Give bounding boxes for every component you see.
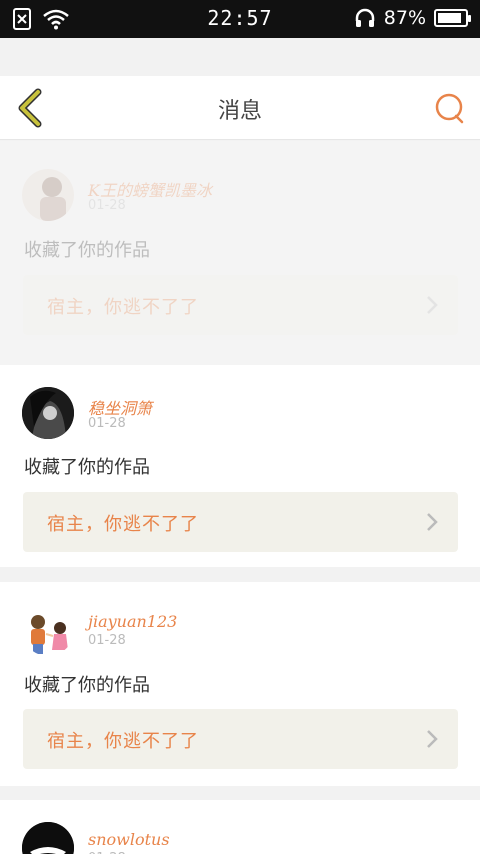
headphones-icon (355, 8, 375, 27)
avatar-image (31, 615, 68, 654)
message-date: 01-28 (88, 633, 126, 648)
work-link[interactable]: 宿主，你逃不了了 (23, 492, 458, 552)
battery-percent: 87% (383, 7, 426, 29)
username[interactable]: jiayuan123 (88, 612, 177, 631)
message-action: 收藏了你的作品 (24, 240, 150, 261)
message-card[interactable]: K王的螃蟹凯墨冰 01-28 收藏了你的作品 宿主，你逃不了了 (0, 141, 480, 365)
nav-bar: 消息 (0, 76, 480, 140)
chevron-right-icon (427, 730, 438, 748)
avatar[interactable] (22, 387, 74, 439)
avatar[interactable] (22, 822, 74, 854)
username[interactable]: snowlotus (88, 830, 170, 849)
work-title: 宿主，你逃不了了 (47, 297, 199, 318)
chevron-right-icon (427, 296, 438, 314)
message-card[interactable]: jiayuan123 01-28 收藏了你的作品 宿主，你逃不了了 (0, 582, 480, 786)
message-card[interactable]: 稳坐洞箫 01-28 收藏了你的作品 宿主，你逃不了了 (0, 365, 480, 567)
battery-fill (438, 13, 461, 23)
work-link[interactable]: 宿主，你逃不了了 (23, 709, 458, 769)
work-title: 宿主，你逃不了了 (47, 731, 199, 752)
avatar-image (40, 177, 66, 221)
avatar-image (22, 387, 74, 439)
message-action: 收藏了你的作品 (24, 457, 150, 478)
avatar[interactable] (22, 604, 74, 656)
message-date: 01-28 (88, 416, 126, 431)
message-card[interactable]: snowlotus 01-28 (0, 800, 480, 854)
work-title: 宿主，你逃不了了 (47, 514, 199, 535)
page-title: 消息 (217, 99, 262, 124)
message-action: 收藏了你的作品 (24, 675, 150, 696)
work-link[interactable]: 宿主，你逃不了了 (23, 275, 458, 335)
message-date: 01-28 (88, 198, 126, 213)
avatar-image (22, 822, 74, 854)
top-spacer (0, 38, 480, 76)
chevron-right-icon (427, 513, 438, 531)
battery-icon (434, 9, 471, 27)
avatar[interactable] (22, 169, 74, 221)
status-right: 87% (354, 7, 471, 29)
status-bar: 22:57 87% (0, 0, 480, 38)
search-icon[interactable] (434, 92, 466, 124)
